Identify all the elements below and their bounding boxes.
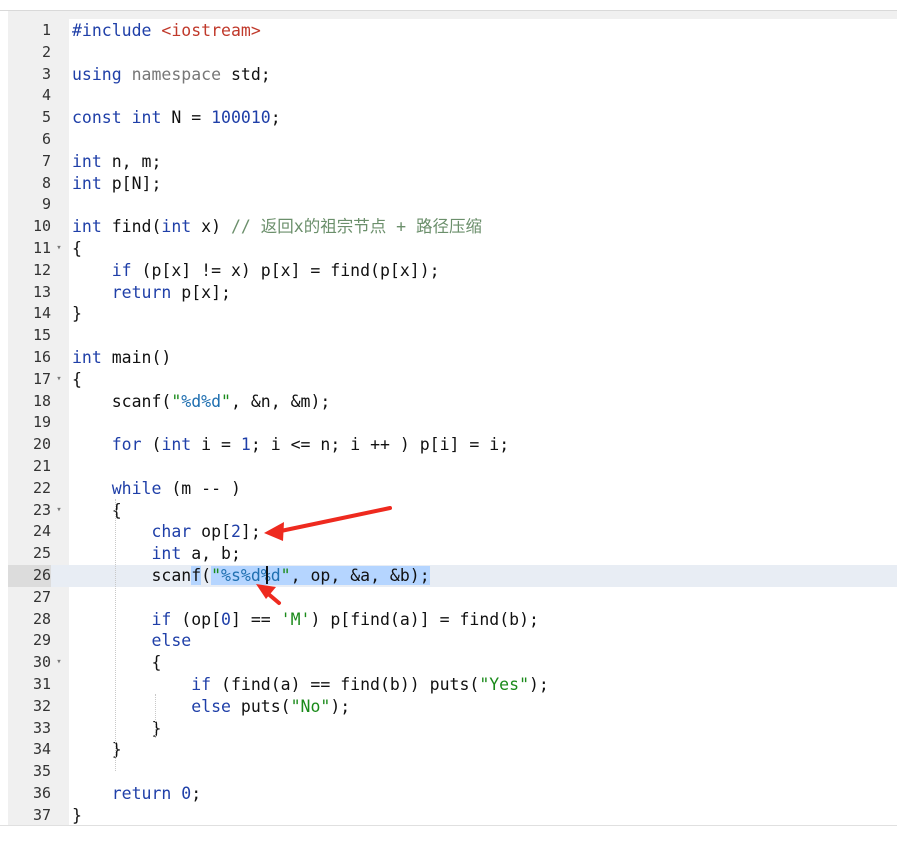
red-arrow-1 (264, 506, 392, 541)
red-arrow-2 (256, 584, 281, 605)
window-bottom-border (0, 825, 897, 826)
annotation-layer (256, 506, 392, 605)
code-editor[interactable]: 1 #include <iostream> 2 3 using namespace st… (8, 19, 897, 825)
editor-top-strip (8, 11, 897, 19)
